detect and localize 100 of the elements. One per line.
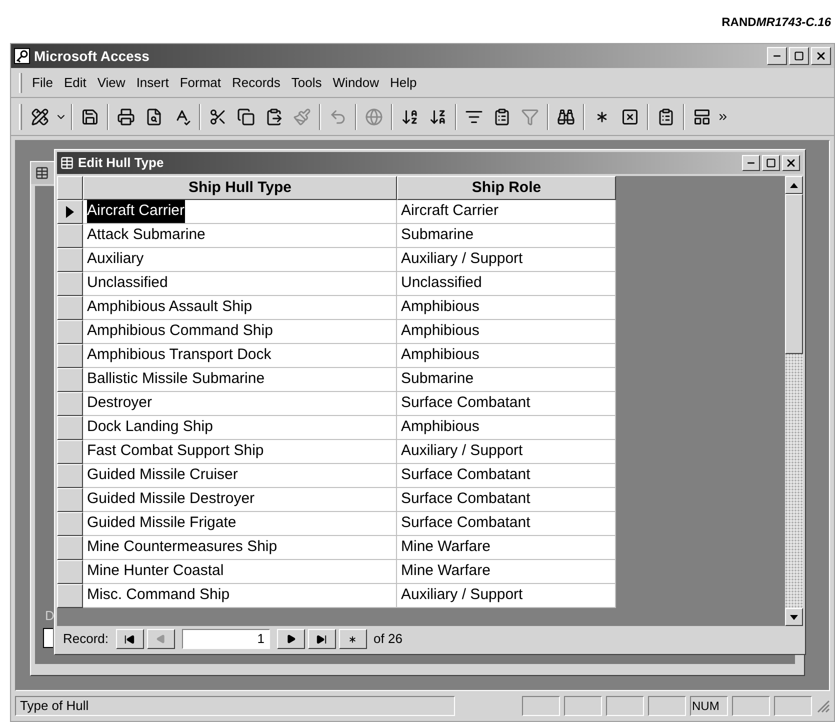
close-icon <box>815 50 827 62</box>
row-selector[interactable] <box>57 512 83 536</box>
next-icon <box>286 634 296 644</box>
table-cell-text: Unclassified <box>401 273 482 294</box>
previous-record-button[interactable] <box>146 629 175 649</box>
row-selector[interactable] <box>57 248 83 272</box>
menu-item[interactable]: Tools <box>286 72 327 92</box>
menu-item[interactable]: Records <box>227 72 286 92</box>
figure-id: RANDMR1743-C.16 <box>722 14 831 30</box>
table-cell-text: Surface Combatant <box>401 393 530 414</box>
column-header[interactable]: Ship Role <box>397 176 616 200</box>
row-selector[interactable] <box>57 392 83 416</box>
status-panel <box>648 696 686 716</box>
row-selector[interactable] <box>57 224 83 248</box>
table-cell-text: Amphibious Command Ship <box>87 321 273 342</box>
table-cell-text: Amphibious <box>401 345 480 366</box>
menu-item[interactable]: File <box>27 72 58 92</box>
menu-item[interactable]: Edit <box>58 72 92 92</box>
new-record-button[interactable] <box>338 629 367 649</box>
row-selector[interactable] <box>57 344 83 368</box>
status-message: Type of Hull <box>15 696 455 716</box>
menu-item[interactable]: View <box>92 72 130 92</box>
table-cell-text: Amphibious <box>401 321 480 342</box>
row-selector[interactable] <box>57 536 83 560</box>
menu-item[interactable]: Format <box>174 72 226 92</box>
maximize-icon <box>794 51 804 61</box>
table-cell-text: Mine Countermeasures Ship <box>87 537 278 558</box>
table-cell-text: Surface Combatant <box>401 465 530 486</box>
next-record-button[interactable] <box>276 629 305 649</box>
close-icon <box>785 157 797 169</box>
record-count: of 26 <box>374 630 402 648</box>
window-title: Microsoft Access <box>34 46 150 66</box>
corner-header <box>57 176 83 200</box>
table-cell-text: Destroyer <box>87 393 152 414</box>
resize-grip-icon[interactable] <box>816 699 830 713</box>
status-panel <box>606 696 644 716</box>
row-selector[interactable] <box>57 440 83 464</box>
status-panel <box>732 696 770 716</box>
menu-item[interactable]: Window <box>328 72 384 92</box>
row-selector[interactable] <box>57 320 83 344</box>
table-cell-text: Guided Missile Frigate <box>87 513 236 534</box>
row-selector[interactable] <box>57 296 83 320</box>
table-cell-text: Guided Missile Cruiser <box>87 465 238 486</box>
status-panel <box>774 696 812 716</box>
table-cell-text: Amphibious Transport Dock <box>87 345 272 366</box>
table-cell-text: Amphibious <box>401 297 480 318</box>
table-cell-text: Auxiliary / Support <box>401 441 523 462</box>
scroll-thumb[interactable] <box>785 194 803 354</box>
status-indicator: NUM <box>690 696 728 716</box>
row-selector[interactable] <box>57 584 83 608</box>
record-label: Record: <box>63 630 109 648</box>
scroll-down-icon <box>790 614 798 620</box>
table-cell-text: Ballistic Missile Submarine <box>87 369 265 390</box>
table-cell-text: Auxiliary / Support <box>401 249 523 270</box>
row-selector[interactable] <box>57 560 83 584</box>
maximize-button[interactable] <box>789 47 809 65</box>
table-cell-text: Attack Submarine <box>87 225 206 246</box>
table-cell-text: Fast Combat Support Ship <box>87 441 264 462</box>
table-cell-text: Surface Combatant <box>401 489 530 510</box>
asterisk-icon <box>347 634 358 644</box>
table-cell-text: Submarine <box>401 369 474 390</box>
form-icon <box>35 166 49 180</box>
row-selector[interactable] <box>57 200 83 224</box>
minimize-button[interactable] <box>742 155 760 171</box>
first-record-button[interactable] <box>116 629 144 649</box>
table-cell-text: Guided Missile Destroyer <box>87 489 255 510</box>
last-record-button[interactable] <box>308 629 336 649</box>
row-selector[interactable] <box>57 488 83 512</box>
current-row-icon <box>66 206 74 218</box>
table-cell: Aircraft Carrier <box>87 200 185 223</box>
field-label: D <box>45 607 54 625</box>
maximize-icon <box>766 158 776 168</box>
last-icon <box>316 634 328 644</box>
close-button[interactable] <box>811 47 831 65</box>
row-selector[interactable] <box>57 368 83 392</box>
close-button[interactable] <box>782 155 800 171</box>
menu-item[interactable]: Help <box>385 72 422 92</box>
vertical-scrollbar[interactable] <box>785 176 803 626</box>
table-cell-text: Amphibious <box>401 417 480 438</box>
datasheet-icon <box>60 156 74 170</box>
table-cell-text: Dock Landing Ship <box>87 417 213 438</box>
maximize-button[interactable] <box>762 155 780 171</box>
key-icon <box>14 48 30 64</box>
table-cell-text: Auxiliary / Support <box>401 585 523 606</box>
row-selector[interactable] <box>57 416 83 440</box>
menu-item[interactable]: Insert <box>131 72 174 92</box>
record-number-field[interactable]: 1 <box>182 629 270 649</box>
table-cell-text: Mine Warfare <box>401 561 490 582</box>
row-selector[interactable] <box>57 464 83 488</box>
row-selector[interactable] <box>57 272 83 296</box>
table-cell-text: Submarine <box>401 225 474 246</box>
column-header[interactable]: Ship Hull Type <box>83 176 397 200</box>
minimize-button[interactable] <box>767 47 787 65</box>
previous-icon <box>156 634 166 644</box>
table-cell-text: Unclassified <box>87 273 168 294</box>
table-cell-text: Mine Warfare <box>401 537 490 558</box>
status-panel <box>564 696 602 716</box>
first-icon <box>124 634 136 644</box>
status-panel <box>522 696 560 716</box>
form-title: Edit Hull Type <box>78 154 164 172</box>
